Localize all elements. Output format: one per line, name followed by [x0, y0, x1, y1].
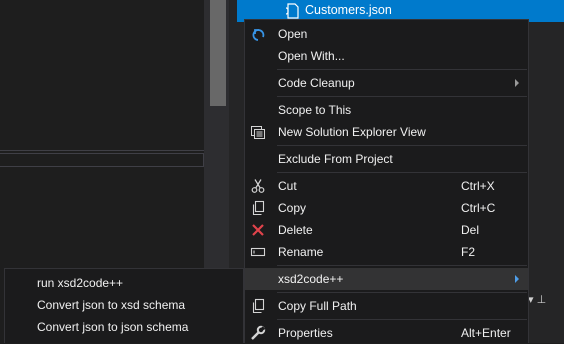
- menu-item-copy[interactable]: Copy Ctrl+C: [245, 197, 528, 219]
- menu-item-label: Cut: [278, 179, 297, 193]
- submenu-item-convert-json-to-json-schema[interactable]: Convert json to json schema: [5, 316, 243, 338]
- submenu-item-label: Convert json to xsd schema: [37, 298, 186, 312]
- shortcut-label: F2: [461, 245, 476, 259]
- submenu-item-label: Convert json to json schema: [37, 320, 189, 334]
- scissors-icon: [251, 179, 265, 193]
- shortcut-label: Ctrl+C: [461, 201, 496, 215]
- submenu-item-run-xsd2code[interactable]: run xsd2code++: [5, 272, 243, 294]
- chevron-right-icon: [515, 275, 519, 283]
- menu-item-label: Exclude From Project: [278, 152, 393, 166]
- menu-item-open[interactable]: Open: [245, 23, 528, 45]
- copy-icon: [252, 298, 265, 314]
- menu-item-rename[interactable]: Rename F2: [245, 241, 528, 263]
- chevron-right-icon: [515, 79, 519, 87]
- menu-item-label: Rename: [278, 245, 324, 259]
- menu-item-properties[interactable]: Properties Alt+Enter: [245, 322, 528, 344]
- shortcut-label: Ctrl+X: [461, 179, 495, 193]
- menu-separator: [277, 69, 527, 70]
- selected-file-label: Customers.json: [305, 3, 392, 17]
- menu-item-label: Copy: [278, 201, 307, 215]
- menu-separator: [277, 319, 527, 320]
- submenu-item-convert-json-to-xsd[interactable]: Convert json to xsd schema: [5, 294, 243, 316]
- menu-item-label: Copy Full Path: [278, 299, 357, 313]
- menu-item-label: Properties: [278, 326, 333, 340]
- menu-item-new-solution-explorer-view[interactable]: New Solution Explorer View: [245, 121, 528, 143]
- menu-item-label: Code Cleanup: [278, 76, 355, 90]
- scrollbar-thumb[interactable]: [210, 0, 226, 106]
- menu-item-scope-to-this[interactable]: Scope to This: [245, 99, 528, 121]
- menu-separator: [277, 145, 527, 146]
- copy-icon: [252, 200, 265, 216]
- menu-item-label: Open With...: [278, 49, 345, 63]
- solution-explorer-icon: [251, 126, 265, 139]
- menu-item-label: Scope to This: [278, 103, 352, 117]
- menu-item-label: xsd2code++: [278, 272, 344, 286]
- xsd2code-submenu: run xsd2code++ Convert json to xsd schem…: [4, 268, 244, 343]
- menu-item-xsd2code[interactable]: xsd2code++: [245, 268, 528, 290]
- menu-item-cut[interactable]: Cut Ctrl+X: [245, 175, 528, 197]
- menu-item-delete[interactable]: Delete Del: [245, 219, 528, 241]
- wrench-icon: [251, 325, 266, 340]
- menu-separator: [277, 265, 527, 266]
- menu-item-label: Delete: [278, 223, 313, 237]
- menu-item-open-with[interactable]: Open With...: [245, 45, 528, 67]
- menu-separator: [277, 96, 527, 97]
- json-file-icon: [285, 3, 299, 19]
- menu-separator: [277, 172, 527, 173]
- menu-item-exclude-from-project[interactable]: Exclude From Project: [245, 148, 528, 170]
- menu-item-copy-full-path[interactable]: Copy Full Path: [245, 295, 528, 317]
- pane-divider: [0, 150, 204, 151]
- menu-item-code-cleanup[interactable]: Code Cleanup: [245, 72, 528, 94]
- pane-header-strip: [0, 153, 204, 167]
- delete-x-icon: [252, 224, 264, 236]
- menu-item-label: Open: [278, 27, 308, 41]
- menu-item-label: New Solution Explorer View: [278, 125, 426, 139]
- panel-tools[interactable]: ▾ ⊥: [528, 293, 564, 307]
- shortcut-label: Del: [461, 223, 480, 237]
- shortcut-label: Alt+Enter: [461, 326, 511, 340]
- submenu-item-label: run xsd2code++: [37, 276, 124, 290]
- rename-icon: [250, 247, 266, 257]
- open-arrow-icon: [252, 29, 265, 41]
- context-menu: Open Open With... Code Cleanup Scope to …: [244, 19, 529, 343]
- menu-separator: [277, 292, 527, 293]
